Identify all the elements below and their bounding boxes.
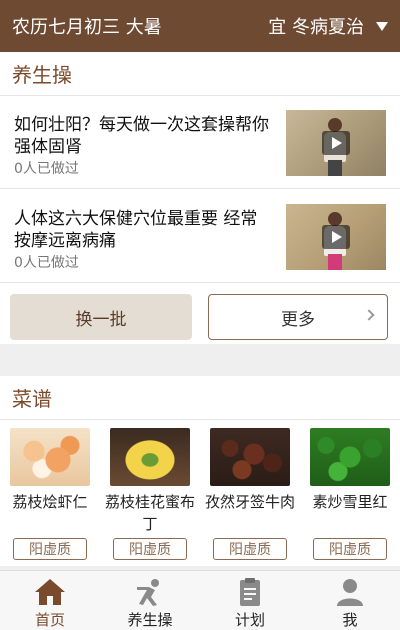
chevron-right-icon [363,309,375,321]
tab-me[interactable]: 我 [300,571,400,630]
constitution-tag: 阳虚质 [113,538,187,560]
recipe-card[interactable]: 素炒雪里红 阳虚质 [310,428,390,560]
recipe-section-title: 菜谱 [0,376,400,420]
recipe-name: 孜然牙签牛肉 [204,493,295,511]
user-icon [337,579,363,606]
article-count: 0人已做过 [14,255,79,271]
constitution-tag: 阳虚质 [313,538,387,560]
lunar-date: 农历七月初三 大暑 [12,17,162,38]
article-count: 0人已做过 [14,161,79,177]
swap-batch-button[interactable]: 换一批 [10,294,192,340]
home-icon [35,579,65,605]
dropdown-caret-icon [376,21,388,31]
clipboard-icon [240,578,260,606]
tab-home[interactable]: 首页 [0,571,100,630]
recipe-name: 素炒雪里红 [312,493,388,511]
play-icon [322,225,350,249]
recipe-name: 荔枝烩虾仁 [12,493,88,511]
tab-label: 我 [342,611,358,629]
top-bar: 农历七月初三 大暑 宜 冬病夏治 [0,0,400,52]
article-title: 人体这六大保健穴位最重要 经常按摩远离病痛 [14,209,258,251]
recipe-image [310,428,390,486]
constitution-tag: 阳虚质 [13,538,87,560]
exercise-article[interactable]: 人体这六大保健穴位最重要 经常按摩远离病痛 0人已做过 [0,190,400,283]
exercise-icon [137,579,159,606]
tab-plan[interactable]: 计划 [200,571,300,630]
recipe-name: 荔枝桂花蜜布丁 [104,493,195,533]
tab-label: 养生操 [127,611,173,629]
constitution-tag: 阳虚质 [213,538,287,560]
tab-exercise[interactable]: 养生操 [100,571,200,630]
recipe-card[interactable]: 荔枝桂花蜜布丁 阳虚质 [105,428,195,560]
more-button[interactable]: 更多 [208,294,388,340]
recipe-section: 菜谱 荔枝烩虾仁 阳虚质 荔枝桂花蜜布丁 阳虚质 孜然牙签牛肉 阳虚质 素炒雪里… [0,376,400,566]
video-thumbnail[interactable] [286,204,386,270]
recipe-image [110,428,190,486]
exercise-section: 养生操 如何壮阳？每天做一次这套操帮你强体固肾 0人已做过 人体这六大保健穴位最… [0,52,400,344]
daily-advice-selector[interactable]: 宜 冬病夏治 [268,13,388,39]
daily-advice-label: 宜 冬病夏治 [268,17,364,38]
play-icon [322,131,350,155]
exercise-section-title: 养生操 [0,52,400,96]
recipe-image [210,428,290,486]
recipe-card[interactable]: 荔枝烩虾仁 阳虚质 [10,428,90,560]
recipe-card[interactable]: 孜然牙签牛肉 阳虚质 [205,428,295,560]
exercise-article[interactable]: 如何壮阳？每天做一次这套操帮你强体固肾 0人已做过 [0,96,400,189]
tab-label: 首页 [34,611,65,629]
recipe-image [10,428,90,486]
article-title: 如何壮阳？每天做一次这套操帮你强体固肾 [14,115,269,157]
video-thumbnail[interactable] [286,110,386,176]
tab-label: 计划 [234,611,265,629]
bottom-tab-bar: 首页 养生操 计划 我 [0,570,400,630]
more-button-label: 更多 [281,309,315,330]
